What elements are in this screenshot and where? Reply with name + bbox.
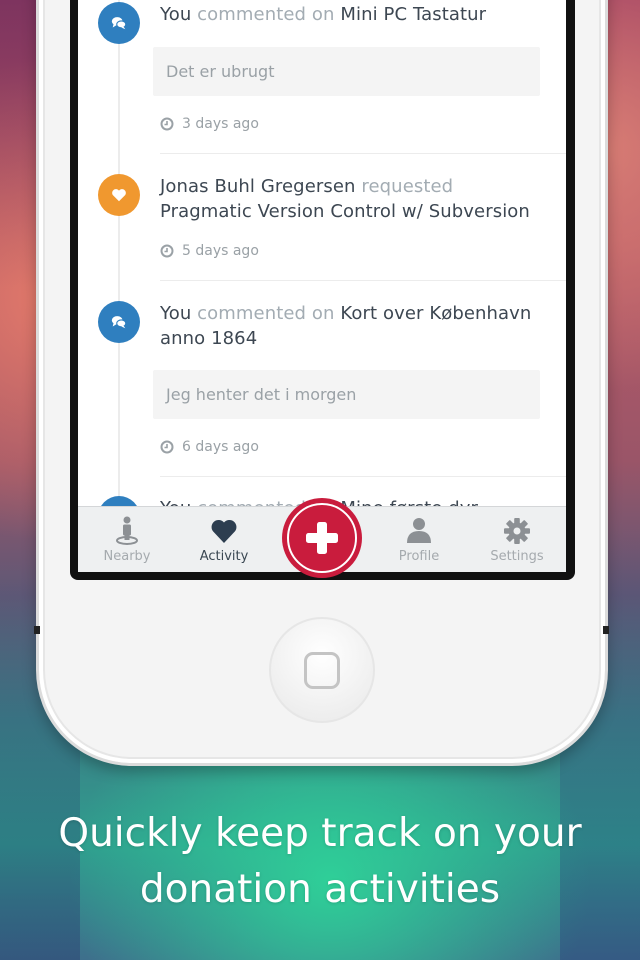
- clock-icon: [160, 244, 174, 258]
- user-icon: [407, 518, 431, 543]
- home-square-icon: [304, 651, 340, 689]
- time-label: 5 days ago: [182, 243, 259, 259]
- heart-icon: [211, 519, 237, 543]
- tagline: Quickly keep track on your donation acti…: [0, 806, 640, 918]
- phone-side-notch-left: [34, 626, 40, 634]
- tab-label: Nearby: [103, 549, 151, 564]
- actor: You: [160, 303, 192, 324]
- actor[interactable]: Jonas Buhl Gregersen: [160, 176, 356, 197]
- time-label: 3 days ago: [182, 116, 259, 132]
- tagline-line-1: Quickly keep track on your: [58, 811, 582, 856]
- tab-activity[interactable]: Activity: [175, 507, 273, 572]
- activity-headline: You commented on Mini PC Tastatur: [160, 2, 540, 27]
- plus-icon: [306, 522, 338, 554]
- activity-item[interactable]: You commented on Kort over København ann…: [78, 281, 566, 477]
- chat-bubbles-icon: [98, 301, 140, 343]
- heart-icon: [98, 174, 140, 216]
- clock-icon: [160, 440, 174, 454]
- tab-nearby[interactable]: Nearby: [78, 507, 176, 572]
- phone-side-notch-right: [603, 626, 609, 634]
- verb: commented on: [197, 4, 335, 25]
- gear-icon: [504, 518, 530, 544]
- actor: You: [160, 4, 192, 25]
- tab-label: Profile: [398, 549, 440, 564]
- verb: requested: [361, 176, 454, 197]
- home-button[interactable]: [269, 617, 375, 723]
- activity-headline: You commented on Kort over København ann…: [160, 301, 540, 351]
- timestamp: 3 days ago: [160, 116, 259, 132]
- timestamp: 5 days ago: [160, 243, 259, 259]
- timestamp: 6 days ago: [160, 439, 259, 455]
- time-label: 6 days ago: [182, 439, 259, 455]
- tab-label: Settings: [490, 549, 544, 564]
- activity-item[interactable]: You commented on Mini PC Tastatur Det er…: [78, 0, 566, 154]
- activity-item[interactable]: Jonas Buhl Gregersen requested Pragmatic…: [78, 154, 566, 281]
- chat-bubbles-icon: [98, 2, 140, 44]
- tab-label: Activity: [199, 549, 249, 564]
- clock-icon: [160, 117, 174, 131]
- verb: commented on: [197, 303, 335, 324]
- item-link[interactable]: Pragmatic Version Control w/ Subversion: [160, 201, 530, 222]
- comment-text: Jeg henter det i morgen: [153, 370, 540, 419]
- add-donation-button[interactable]: [282, 498, 362, 578]
- person-location-icon: [116, 516, 138, 545]
- activity-headline: Jonas Buhl Gregersen requested Pragmatic…: [160, 174, 540, 224]
- comment-text: Det er ubrugt: [153, 47, 540, 96]
- item-link[interactable]: Mini PC Tastatur: [340, 4, 486, 25]
- tagline-line-2: donation activities: [139, 867, 501, 912]
- tab-profile[interactable]: Profile: [370, 507, 468, 572]
- tab-settings[interactable]: Settings: [468, 507, 566, 572]
- app-screen: You commented on Mini PC Tastatur Det er…: [78, 0, 566, 572]
